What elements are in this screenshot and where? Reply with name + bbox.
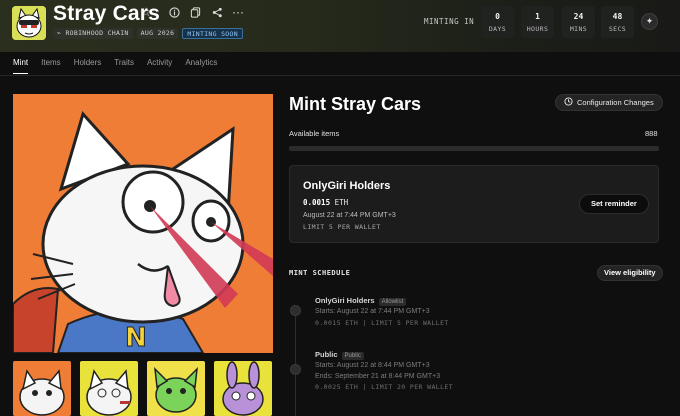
collection-tags: ⌁ ROBINHOOD CHAIN AUG 2026 MINTING SOON — [53, 28, 243, 39]
copy-icon[interactable] — [187, 4, 203, 20]
mint-title: Mint Stray Cars — [289, 94, 422, 114]
timeline-dot — [290, 305, 301, 316]
view-eligibility-button[interactable]: View eligibility — [597, 265, 663, 281]
active-phase-card: OnlyGiri Holders 0.0015 ETH August 22 at… — [289, 165, 659, 243]
tabs-divider — [0, 75, 680, 76]
countdown-mins: 24 MINS — [562, 6, 595, 38]
phase-start: Starts: August 22 at 8:44 PM GMT+3 — [315, 362, 430, 369]
collection-tabs: Mint Items Holders Traits Activity Analy… — [13, 58, 230, 74]
countdown-hours: 1 HOURS — [521, 6, 554, 38]
thumbnail-3[interactable] — [147, 361, 205, 416]
share-icon[interactable] — [209, 4, 225, 20]
history-icon — [564, 97, 573, 108]
sparkle-icon[interactable]: ✦ — [641, 13, 658, 30]
minting-in-label: MINTING IN — [424, 17, 475, 26]
phase-name-allowlist: OnlyGiri Holders Allowlist — [315, 296, 407, 306]
tab-analytics[interactable]: Analytics — [185, 58, 217, 74]
public-badge: Public — [341, 352, 364, 360]
chain-tag: ⌁ ROBINHOOD CHAIN — [53, 28, 133, 39]
timeline-dot — [290, 364, 301, 375]
tab-items[interactable]: Items — [41, 58, 61, 74]
tab-traits[interactable]: Traits — [114, 58, 134, 74]
collection-header: Stray Cars ☆ ··· ⌁ ROBINHOOD CHAIN AUG 2… — [0, 0, 680, 52]
phase-start: Starts: August 22 at 7:44 PM GMT+3 — [315, 308, 430, 315]
star-icon[interactable]: ☆ — [138, 4, 154, 20]
allowlist-badge: Allowlist — [378, 298, 407, 306]
thumbnail-1[interactable] — [13, 361, 71, 416]
thumbnail-2[interactable] — [80, 361, 138, 416]
available-items-label: Available items — [289, 129, 340, 138]
phase-name-public: Public Public — [315, 350, 364, 360]
thumbnail-4[interactable] — [214, 361, 272, 416]
phase-end: Ends: September 21 at 8:44 PM GMT+3 — [315, 373, 441, 380]
tab-mint[interactable]: Mint — [13, 58, 29, 74]
collection-artwork: N — [13, 94, 273, 353]
mint-schedule-heading: MINT SCHEDULE — [289, 269, 351, 277]
mint-progress-bar — [289, 146, 659, 151]
date-tag: AUG 2026 — [136, 28, 179, 39]
set-reminder-button[interactable]: Set reminder — [579, 194, 649, 214]
svg-text:N: N — [125, 323, 147, 353]
status-badge: MINTING SOON — [182, 28, 243, 39]
configuration-changes-button[interactable]: Configuration Changes — [555, 94, 663, 111]
available-items-value: 888 — [645, 129, 658, 138]
collection-avatar — [12, 6, 46, 40]
countdown-days: 0 DAYS — [481, 6, 514, 38]
phase-meta: 0.0015 ETH | LIMIT 5 PER WALLET — [315, 319, 449, 327]
countdown-secs: 48 SECS — [601, 6, 634, 38]
tab-holders[interactable]: Holders — [74, 58, 102, 74]
info-icon[interactable] — [166, 4, 182, 20]
phase-title: OnlyGiri Holders — [303, 180, 391, 192]
phase-limit: LIMIT 5 PER WALLET — [303, 223, 381, 231]
phase-date: August 22 at 7:44 PM GMT+3 — [303, 212, 396, 219]
phase-meta: 0.0025 ETH | LIMIT 20 PER WALLET — [315, 383, 454, 391]
more-icon[interactable]: ··· — [230, 4, 246, 20]
configuration-changes-label: Configuration Changes — [577, 98, 654, 107]
tab-activity[interactable]: Activity — [147, 58, 172, 74]
phase-price: 0.0015 ETH — [303, 198, 349, 207]
